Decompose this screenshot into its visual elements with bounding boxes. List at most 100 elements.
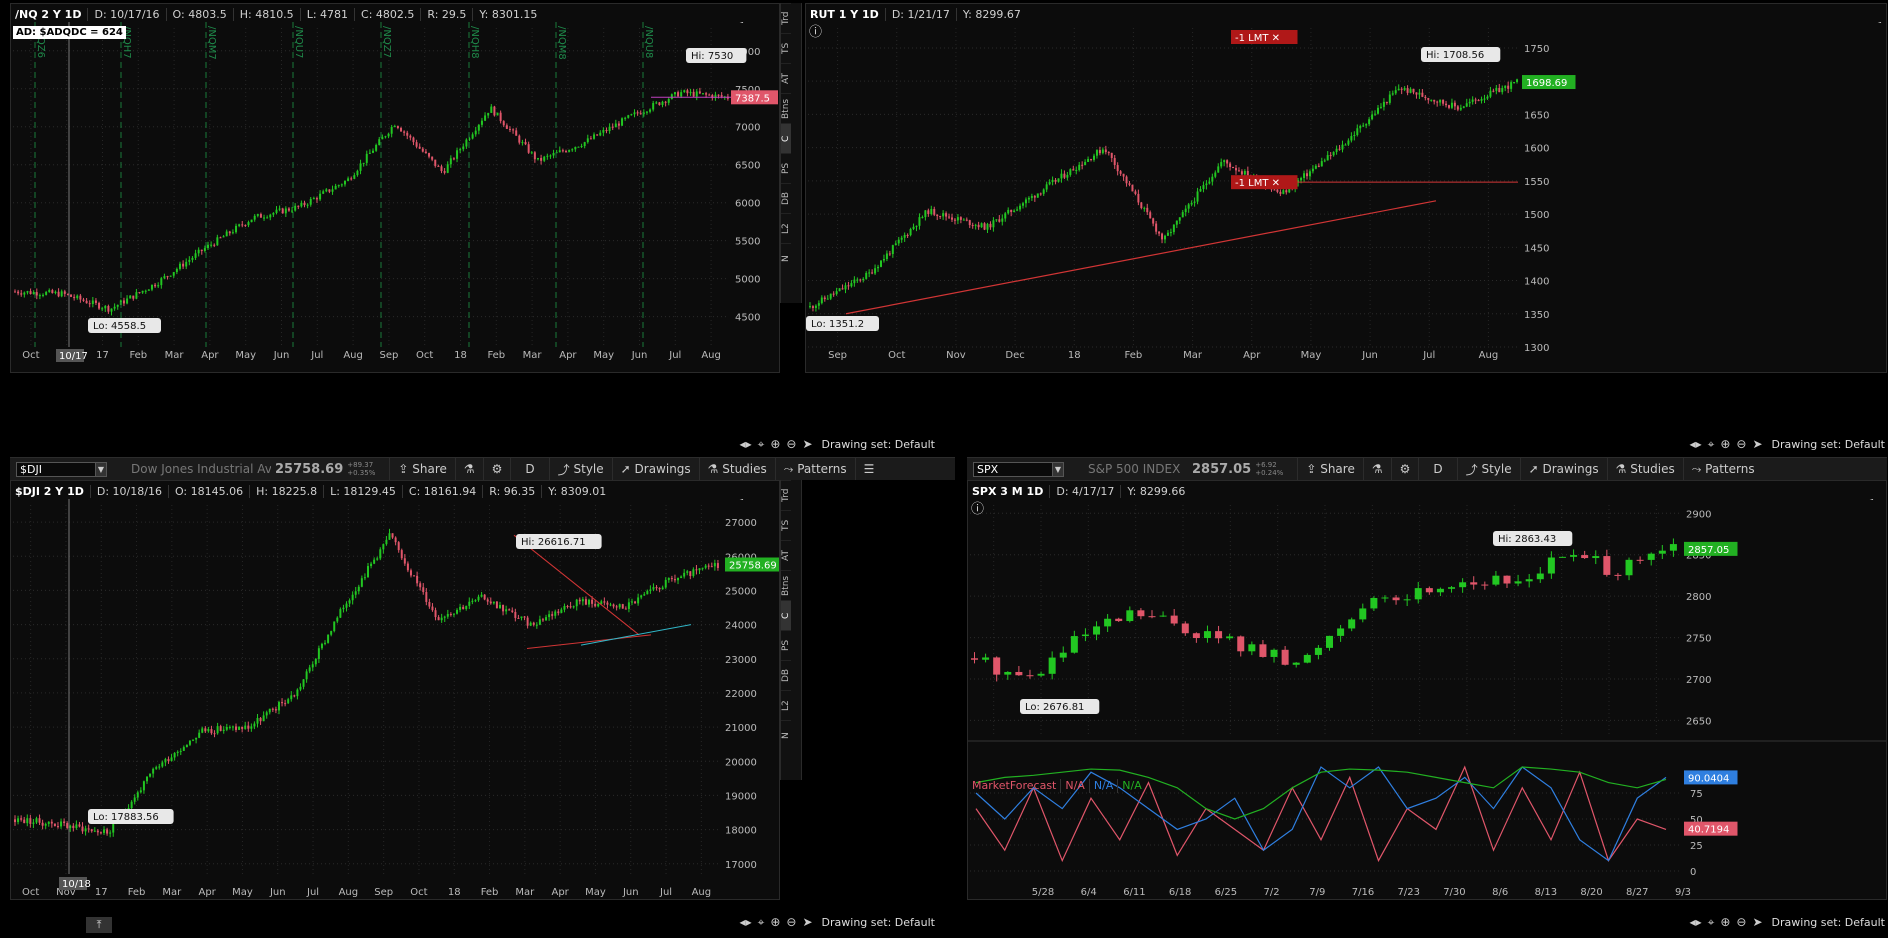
candle-body bbox=[210, 729, 213, 734]
cursor-icon[interactable]: ➤ bbox=[1752, 915, 1762, 929]
patterns-button[interactable]: ⤳ Patterns bbox=[774, 458, 855, 480]
dji-drawing-set[interactable]: Drawing set: Default bbox=[822, 916, 935, 929]
spx-symbol-input[interactable]: SPX bbox=[973, 461, 1053, 477]
candle-body bbox=[667, 99, 670, 103]
cursor-icon[interactable]: ➤ bbox=[1752, 437, 1762, 451]
style-button[interactable]: ⤴ Style bbox=[1456, 458, 1520, 480]
side-tab-l2[interactable]: L2 bbox=[781, 213, 791, 243]
candle-body bbox=[1237, 170, 1240, 172]
side-tab-ts[interactable]: TS bbox=[781, 510, 791, 540]
drawings-button[interactable]: ➚ Drawings bbox=[611, 458, 699, 480]
pan-icon[interactable]: ◂▸ bbox=[740, 915, 752, 929]
rut-chart[interactable]: 1300135014001450150015501600165017001750… bbox=[806, 22, 1887, 372]
zoom-out-icon[interactable]: ⊖ bbox=[786, 915, 796, 929]
spx-chart[interactable]: 265027002750280028502900Hi: 2863.43Lo: 2… bbox=[968, 499, 1887, 899]
x-tick-label: Aug bbox=[701, 350, 721, 361]
crosshair-icon[interactable]: ⌖ bbox=[758, 437, 765, 452]
zoom-in-icon[interactable]: ⊕ bbox=[770, 437, 780, 451]
share-button[interactable]: ⇪ Share bbox=[1297, 458, 1363, 480]
crosshair-icon[interactable]: ⌖ bbox=[758, 915, 765, 930]
x-tick-label: Jul bbox=[310, 350, 323, 361]
spx-header: SPX 3 M 1D D: 4/17/17 Y: 8299.66 bbox=[968, 481, 1191, 501]
zoom-out-icon[interactable]: ⊖ bbox=[1736, 915, 1746, 929]
dji-symbol-input[interactable]: $DJI bbox=[16, 461, 96, 477]
period-button[interactable]: D bbox=[510, 458, 548, 480]
zoom-out-icon[interactable]: ⊖ bbox=[786, 437, 796, 451]
side-tab-l2[interactable]: L2 bbox=[781, 690, 791, 720]
dji-chart[interactable]: 17000 18000 19000 20000 21000 22000 23000 24000… bbox=[11, 499, 780, 899]
nq-drawing-set[interactable]: Drawing set: Default bbox=[822, 438, 935, 451]
side-tab-c[interactable]: C bbox=[781, 123, 791, 153]
candle-body bbox=[109, 832, 112, 834]
cursor-icon[interactable]: ➤ bbox=[802, 437, 812, 451]
side-tab-n[interactable]: N bbox=[781, 243, 791, 273]
candle-body bbox=[502, 605, 505, 612]
settings-button[interactable]: ⚙ bbox=[482, 458, 511, 480]
spx-drawing-set[interactable]: Drawing set: Default bbox=[1772, 916, 1885, 929]
study-name[interactable]: MarketForecast bbox=[968, 779, 1062, 793]
side-tab-ps[interactable]: PS bbox=[781, 630, 791, 660]
share-button[interactable]: ⇪ Share bbox=[389, 458, 455, 480]
candle-body bbox=[222, 236, 225, 238]
menu-button[interactable]: ☰ bbox=[854, 458, 883, 480]
zoom-in-icon[interactable]: ⊕ bbox=[1720, 915, 1730, 929]
side-tab-at[interactable]: AT bbox=[781, 540, 791, 570]
crosshair-icon[interactable]: ⌖ bbox=[1708, 437, 1715, 452]
zoom-out-icon[interactable]: ⊖ bbox=[1736, 437, 1746, 451]
side-tab-trd[interactable]: Trd bbox=[781, 3, 791, 33]
zoom-in-icon[interactable]: ⊕ bbox=[770, 915, 780, 929]
drawings-button[interactable]: ➚ Drawings bbox=[1519, 458, 1607, 480]
spx-chart-panel[interactable]: SPX 3 M 1D D: 4/17/17 Y: 8299.66 2650 270… bbox=[967, 480, 1887, 900]
side-tab-ts[interactable]: TS bbox=[781, 33, 791, 63]
zoom-in-icon[interactable]: ⊕ bbox=[1720, 437, 1730, 451]
candle-body bbox=[1317, 165, 1320, 167]
patterns-button[interactable]: ⤳ Patterns bbox=[1682, 458, 1763, 480]
pan-icon[interactable]: ◂▸ bbox=[1690, 915, 1702, 929]
crosshair-icon[interactable]: ⌖ bbox=[1708, 915, 1715, 930]
flask-button[interactable]: ⚗ bbox=[1362, 458, 1391, 480]
symbol-dropdown-icon[interactable]: ▼ bbox=[95, 461, 107, 477]
pan-icon[interactable]: ◂▸ bbox=[1690, 437, 1702, 451]
dji-chart-panel[interactable]: $DJI 2 Y 1D D: 10/18/16 O: 18145.06 H: 1… bbox=[10, 480, 780, 900]
studies-button[interactable]: ⚗ Studies bbox=[1606, 458, 1683, 480]
candle-body bbox=[1060, 173, 1063, 179]
candle-body bbox=[149, 773, 152, 777]
nq-chart-panel[interactable]: /NQ 2 Y 1D D: 10/17/16 O: 4803.5 H: 4810… bbox=[10, 3, 780, 373]
scroll-to-end-button[interactable]: ⤒ bbox=[86, 917, 112, 933]
candle-body bbox=[1459, 107, 1462, 110]
cursor-icon[interactable]: ➤ bbox=[802, 915, 812, 929]
y-tick-label: 6000 bbox=[735, 199, 760, 210]
period-button[interactable]: D bbox=[1418, 458, 1456, 480]
candle-body bbox=[924, 210, 927, 218]
nq-chart[interactable]: 45005000550060006500700075008000OctNov17… bbox=[11, 22, 780, 372]
side-tab-db[interactable]: DB bbox=[781, 183, 791, 213]
study-tag-red: 40.7194 bbox=[1688, 825, 1729, 836]
rut-drawing-set[interactable]: Drawing set: Default bbox=[1772, 438, 1885, 451]
side-tab-btns[interactable]: Btns bbox=[781, 570, 791, 600]
y-tick-label: 75 bbox=[1690, 789, 1703, 800]
candle-body bbox=[412, 137, 415, 143]
side-tab-at[interactable]: AT bbox=[781, 63, 791, 93]
candle-body bbox=[370, 563, 373, 567]
side-tab-n[interactable]: N bbox=[781, 720, 791, 750]
x-tick-label: Apr bbox=[1243, 350, 1261, 361]
pan-icon[interactable]: ◂▸ bbox=[740, 437, 752, 451]
candle-body bbox=[1152, 218, 1155, 224]
style-button[interactable]: ⤴ Style bbox=[548, 458, 612, 480]
side-tab-btns[interactable]: Btns bbox=[781, 93, 791, 123]
symbol-dropdown-icon[interactable]: ▼ bbox=[1052, 461, 1064, 477]
candle-body bbox=[1187, 204, 1190, 209]
studies-button[interactable]: ⚗ Studies bbox=[698, 458, 775, 480]
flask-button[interactable]: ⚗ bbox=[454, 458, 483, 480]
nq-drawing-bar: ◂▸ ⌖ ⊕ ⊖ ➤ Drawing set: Default bbox=[690, 437, 935, 452]
candle-body bbox=[992, 220, 995, 228]
candle-body bbox=[400, 550, 403, 559]
rut-chart-panel[interactable]: RUT 1 Y 1D D: 1/21/17 Y: 8299.67 1300 135… bbox=[805, 3, 1887, 373]
side-tab-trd[interactable]: Trd bbox=[781, 480, 791, 510]
side-tab-ps[interactable]: PS bbox=[781, 153, 791, 183]
candle-body bbox=[60, 821, 63, 827]
side-tab-db[interactable]: DB bbox=[781, 660, 791, 690]
candle-body bbox=[1359, 608, 1367, 620]
settings-button[interactable]: ⚙ bbox=[1390, 458, 1419, 480]
side-tab-c[interactable]: C bbox=[781, 600, 791, 630]
